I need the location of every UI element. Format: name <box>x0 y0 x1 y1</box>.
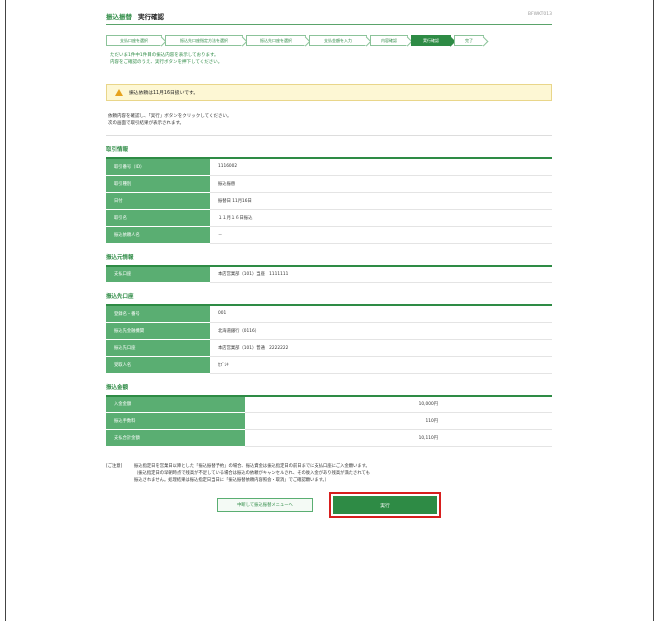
button-row: 中断して振込振替メニューへ 実行 <box>106 492 552 518</box>
row-label: 取引名 <box>106 209 210 227</box>
section-title-transaction: 取引情報 <box>106 147 129 153</box>
row-value: 本店営業部（101）普通 2222222 <box>210 339 552 357</box>
table-row: 振込依頼人名－ <box>106 226 552 244</box>
section-title-destination: 振込先口座 <box>106 294 134 300</box>
row-value: 110円 <box>244 412 552 430</box>
back-to-menu-button[interactable]: 中断して振込振替メニューへ <box>217 498 313 512</box>
row-value: 10,000円 <box>244 395 552 413</box>
instruction-text: 依頼内容を確認し、「実行」ボタンをクリックしてください。 次の画面で取引結果が表… <box>108 113 552 127</box>
section-title-amount: 振込金額 <box>106 384 129 391</box>
row-value: 振込振替 <box>210 175 552 193</box>
header-divider <box>106 24 552 25</box>
table-row: 入金金額 10,000円 <box>106 395 552 413</box>
row-label: 振込依頼人名 <box>106 226 210 244</box>
screen-code: BFWKT013 <box>527 12 552 17</box>
row-label: 登録名・番号 <box>106 305 210 323</box>
table-row: 日付 振替日 11月16日 <box>106 192 552 210</box>
table-row: 振込先口座 本店営業部（101）普通 2222222 <box>106 339 552 357</box>
row-value: － <box>210 226 552 244</box>
step-select-destination: 振込先口座を選択 <box>246 35 306 46</box>
caution-line: 振込されません。処理結果は振込指定日当日に「振込振替依頼内容照会・取消」でご確認… <box>134 478 329 483</box>
lead-line: ただいま1件中1件目の振込内容を表示しております。 <box>110 53 219 58</box>
row-label: 振込手数料 <box>106 412 245 430</box>
row-value: 10,110円 <box>244 429 552 447</box>
table-row: 登録名・番号 001 <box>106 305 552 323</box>
source-table: 支払口座 本店営業部（101）当座 1111111 <box>106 264 552 283</box>
instruction-line: 次の画面で取引結果が表示されます。 <box>108 121 185 126</box>
step-complete: 完了 <box>454 35 484 46</box>
divider <box>106 135 552 136</box>
row-label: 受取人名 <box>106 356 210 374</box>
caution-note: [ご注意] 振込指定日を営業日以降とした「振込振替予約」の場合、振込資金は振込指… <box>106 463 552 484</box>
step-select-method: 振込先口座指定方法を選択 <box>165 35 243 46</box>
row-value: 001 <box>210 305 552 323</box>
page-title: 実行確認 <box>138 13 164 21</box>
destination-table: 登録名・番号 001 振込先金融機関 北海道銀行（0116） 振込先口座 本店営業部（… <box>106 304 552 374</box>
row-label: 支払合計金額 <box>106 429 245 447</box>
table-row: 取引番号（ID） 1116002 <box>106 158 552 176</box>
table-row: 取引名 １１月１６日振込 <box>106 209 552 227</box>
table-row: 振込手数料 110円 <box>106 412 552 430</box>
caution-body: 振込指定日を営業日以降とした「振込振替予約」の場合、振込資金は振込指定日の前日ま… <box>134 463 370 484</box>
row-label: 支払口座 <box>106 265 210 283</box>
section-title-source: 振込元情報 <box>106 254 134 261</box>
table-row: 支払合計金額 10,110円 <box>106 429 552 447</box>
row-value: ｶﾌﾞｼｷ <box>210 356 552 374</box>
step-enter-amount: 支払金額を入力 <box>309 35 367 46</box>
row-value: １１月１６日振込 <box>210 209 552 227</box>
step-confirm: 内容確認 <box>370 35 408 46</box>
warning-icon <box>115 89 123 96</box>
caution-line: 振込指定日を営業日以降とした「振込振替予約」の場合、振込資金は振込指定日の前日ま… <box>134 464 370 469</box>
step-execute-confirm: 実行確認 <box>411 35 451 46</box>
page: 振込振替 実行確認 BFWKT013 支払口座を選択 振込先口座指定方法を選択 … <box>106 8 552 518</box>
row-label: 振込先金融機関 <box>106 322 210 340</box>
execute-button[interactable]: 実行 <box>333 496 437 514</box>
row-value: 振替日 11月16日 <box>210 192 552 210</box>
caution-label: [ご注意] <box>106 464 123 469</box>
lead-line: 内容をご確認のうえ、実行ボタンを押下してください。 <box>110 60 223 65</box>
execute-button-highlight: 実行 <box>329 492 441 518</box>
service-title: 振込振替 <box>106 13 132 21</box>
transaction-table: 取引番号（ID） 1116002 取引種別 振込振替 日付 振替日 11月16日 取引… <box>106 157 552 244</box>
instruction-line: 依頼内容を確認し、「実行」ボタンをクリックしてください。 <box>108 114 232 119</box>
row-value: 北海道銀行（0116） <box>210 322 552 340</box>
row-value: 本店営業部（101）当座 1111111 <box>210 265 552 283</box>
table-row: 振込先金融機関 北海道銀行（0116） <box>106 322 552 340</box>
row-label: 振込先口座 <box>106 339 210 357</box>
row-label: 取引番号（ID） <box>106 158 210 176</box>
table-row: 受取人名 ｶﾌﾞｼｷ <box>106 356 552 374</box>
row-label: 入金金額 <box>106 395 245 413</box>
notice-text: 振込依頼は11月16日扱いです。 <box>129 91 199 96</box>
row-label: 日付 <box>106 192 210 210</box>
page-header: 振込振替 実行確認 BFWKT013 <box>106 8 552 22</box>
caution-line: （振込指定日の早朝時点で残高が不足している場合は振込の依頼がキャンセルされ、その… <box>134 471 370 476</box>
notice-box: 振込依頼は11月16日扱いです。 <box>106 84 552 101</box>
lead-text: ただいま1件中1件目の振込内容を表示しております。 内容をご確認のうえ、実行ボタ… <box>110 52 552 66</box>
step-select-source: 支払口座を選択 <box>106 35 162 46</box>
amount-table: 入金金額 10,000円 振込手数料 110円 支払合計金額 10,110円 <box>106 394 552 447</box>
progress-steps: 支払口座を選択 振込先口座指定方法を選択 振込先口座を選択 支払金額を入力 内容… <box>106 35 552 46</box>
row-label: 取引種別 <box>106 175 210 193</box>
row-value: 1116002 <box>210 158 552 176</box>
table-row: 取引種別 振込振替 <box>106 175 552 193</box>
table-row: 支払口座 本店営業部（101）当座 1111111 <box>106 265 552 283</box>
